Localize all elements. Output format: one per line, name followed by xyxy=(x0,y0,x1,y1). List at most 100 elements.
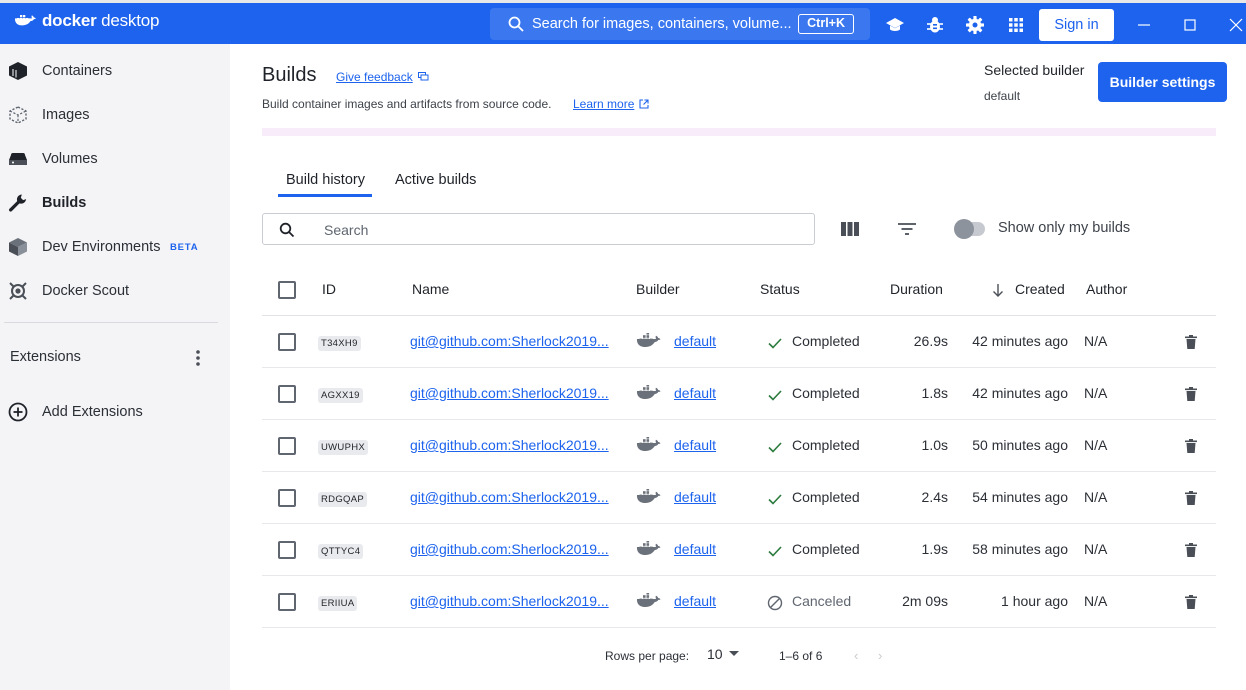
build-id-chip: UWUPHX xyxy=(318,440,369,455)
rows-per-page-select[interactable]: 10 xyxy=(707,646,739,662)
delete-icon[interactable] xyxy=(1184,542,1198,558)
show-my-builds-label: Show only my builds xyxy=(998,220,1131,236)
sign-in-button[interactable]: Sign in xyxy=(1039,9,1114,41)
docker-whale-icon xyxy=(636,333,661,347)
delete-icon[interactable] xyxy=(1184,438,1198,454)
column-header-id[interactable]: ID xyxy=(322,281,336,297)
learn-more-label: Learn more xyxy=(573,97,635,111)
give-feedback-link[interactable]: Give feedback xyxy=(336,70,429,84)
row-checkbox[interactable] xyxy=(278,333,296,351)
sidebar-item-volumes[interactable]: Volumes xyxy=(0,137,230,181)
status-text: Canceled xyxy=(792,593,852,609)
learning-center-icon[interactable] xyxy=(885,15,905,35)
column-header-duration[interactable]: Duration xyxy=(890,281,943,297)
app-name: docker desktop xyxy=(42,11,160,30)
row-checkbox[interactable] xyxy=(278,489,296,507)
sidebar-item-containers[interactable]: Containers xyxy=(0,49,230,93)
delete-icon[interactable] xyxy=(1184,490,1198,506)
column-header-name[interactable]: Name xyxy=(412,281,449,297)
containers-icon xyxy=(9,62,27,80)
next-page-button[interactable]: › xyxy=(878,648,882,663)
learn-more-link[interactable]: Learn more xyxy=(573,97,649,111)
delete-icon[interactable] xyxy=(1184,594,1198,610)
build-name-link[interactable]: git@github.com:Sherlock2019... xyxy=(410,333,620,349)
build-name-link[interactable]: git@github.com:Sherlock2019... xyxy=(410,541,620,557)
row-checkbox[interactable] xyxy=(278,385,296,403)
delete-icon[interactable] xyxy=(1184,334,1198,350)
sidebar-item-builds[interactable]: Builds xyxy=(0,181,230,225)
row-checkbox[interactable] xyxy=(278,541,296,559)
minimize-icon[interactable] xyxy=(1134,15,1154,35)
column-header-author[interactable]: Author xyxy=(1086,281,1127,297)
tab-build-history[interactable]: Build history xyxy=(286,172,365,188)
sidebar-item-docker-scout[interactable]: Docker Scout xyxy=(0,269,230,313)
author-value: N/A xyxy=(1084,437,1108,453)
more-vert-icon[interactable] xyxy=(190,347,206,369)
duration-value: 1.8s xyxy=(921,385,948,401)
table-row[interactable]: ERIIUA git@github.com:Sherlock2019... defa… xyxy=(262,576,1216,628)
add-extensions-label: Add Extensions xyxy=(42,404,143,420)
pagination-range: 1–6 of 6 xyxy=(779,649,823,663)
check-icon xyxy=(768,546,782,557)
selected-builder-value: default xyxy=(984,89,1021,103)
build-name-link[interactable]: git@github.com:Sherlock2019... xyxy=(410,385,620,401)
column-header-builder[interactable]: Builder xyxy=(636,281,680,297)
table-row[interactable]: QTTYC4 git@github.com:Sherlock2019... defa… xyxy=(262,524,1216,576)
duration-value: 2.4s xyxy=(921,489,948,505)
builds-search-input[interactable]: Search xyxy=(262,213,815,245)
build-name-link[interactable]: git@github.com:Sherlock2019... xyxy=(410,593,620,609)
docker-whale-icon xyxy=(636,489,661,503)
builder-link[interactable]: default xyxy=(674,333,716,349)
apps-grid-icon[interactable] xyxy=(1006,15,1026,35)
select-all-checkbox[interactable] xyxy=(278,281,296,299)
arrow-down-icon[interactable] xyxy=(992,283,1004,297)
table-row[interactable]: T34XH9 git@github.com:Sherlock2019... defa… xyxy=(262,316,1216,368)
status-text: Completed xyxy=(792,437,860,453)
columns-icon[interactable] xyxy=(840,220,860,238)
builder-link[interactable]: default xyxy=(674,489,716,505)
shortcut-badge: Ctrl+K xyxy=(798,14,854,34)
build-id-chip: ERIIUA xyxy=(318,596,358,611)
add-extensions-button[interactable]: Add Extensions xyxy=(0,390,230,434)
sidebar-item-label: Containers xyxy=(42,63,113,79)
docker-whale-icon xyxy=(636,541,661,555)
banner-strip xyxy=(262,128,1216,136)
dev-environments-icon xyxy=(9,238,27,256)
toggle-knob xyxy=(954,219,974,239)
builder-link[interactable]: default xyxy=(674,385,716,401)
builder-link[interactable]: default xyxy=(674,593,716,609)
table-row[interactable]: AGXX19 git@github.com:Sherlock2019... defa… xyxy=(262,368,1216,420)
show-my-builds-toggle[interactable] xyxy=(954,219,985,239)
builder-link[interactable]: default xyxy=(674,541,716,557)
created-value: 42 minutes ago xyxy=(972,333,1068,349)
created-value: 42 minutes ago xyxy=(972,385,1068,401)
canceled-icon xyxy=(767,595,783,611)
sidebar-item-dev-environments[interactable]: Dev Environments BETA xyxy=(0,225,230,269)
column-header-status[interactable]: Status xyxy=(760,281,800,297)
maximize-icon[interactable] xyxy=(1180,15,1200,35)
feedback-icon xyxy=(417,72,429,81)
build-name-link[interactable]: git@github.com:Sherlock2019... xyxy=(410,489,620,505)
build-name-link[interactable]: git@github.com:Sherlock2019... xyxy=(410,437,620,453)
tab-active-builds[interactable]: Active builds xyxy=(395,172,476,188)
extensions-heading: Extensions xyxy=(10,349,81,365)
bug-report-icon[interactable] xyxy=(925,15,945,35)
duration-value: 26.9s xyxy=(913,333,948,349)
column-header-created[interactable]: Created xyxy=(1015,281,1065,297)
main-content: Builds Give feedback Build container ima… xyxy=(230,44,1246,690)
check-icon xyxy=(768,338,782,349)
global-search[interactable]: Search for images, containers, volume...… xyxy=(490,8,870,40)
filter-list-icon[interactable] xyxy=(896,220,918,238)
sidebar-item-images[interactable]: Images xyxy=(0,93,230,137)
table-row[interactable]: UWUPHX git@github.com:Sherlock2019... defa… xyxy=(262,420,1216,472)
row-checkbox[interactable] xyxy=(278,593,296,611)
settings-gear-icon[interactable] xyxy=(965,15,985,35)
builder-settings-button[interactable]: Builder settings xyxy=(1098,62,1227,102)
delete-icon[interactable] xyxy=(1184,386,1198,402)
row-checkbox[interactable] xyxy=(278,437,296,455)
prev-page-button[interactable]: ‹ xyxy=(854,648,858,663)
status-text: Completed xyxy=(792,541,860,557)
builder-link[interactable]: default xyxy=(674,437,716,453)
table-row[interactable]: RDGQAP git@github.com:Sherlock2019... defa… xyxy=(262,472,1216,524)
close-icon[interactable] xyxy=(1226,15,1246,35)
